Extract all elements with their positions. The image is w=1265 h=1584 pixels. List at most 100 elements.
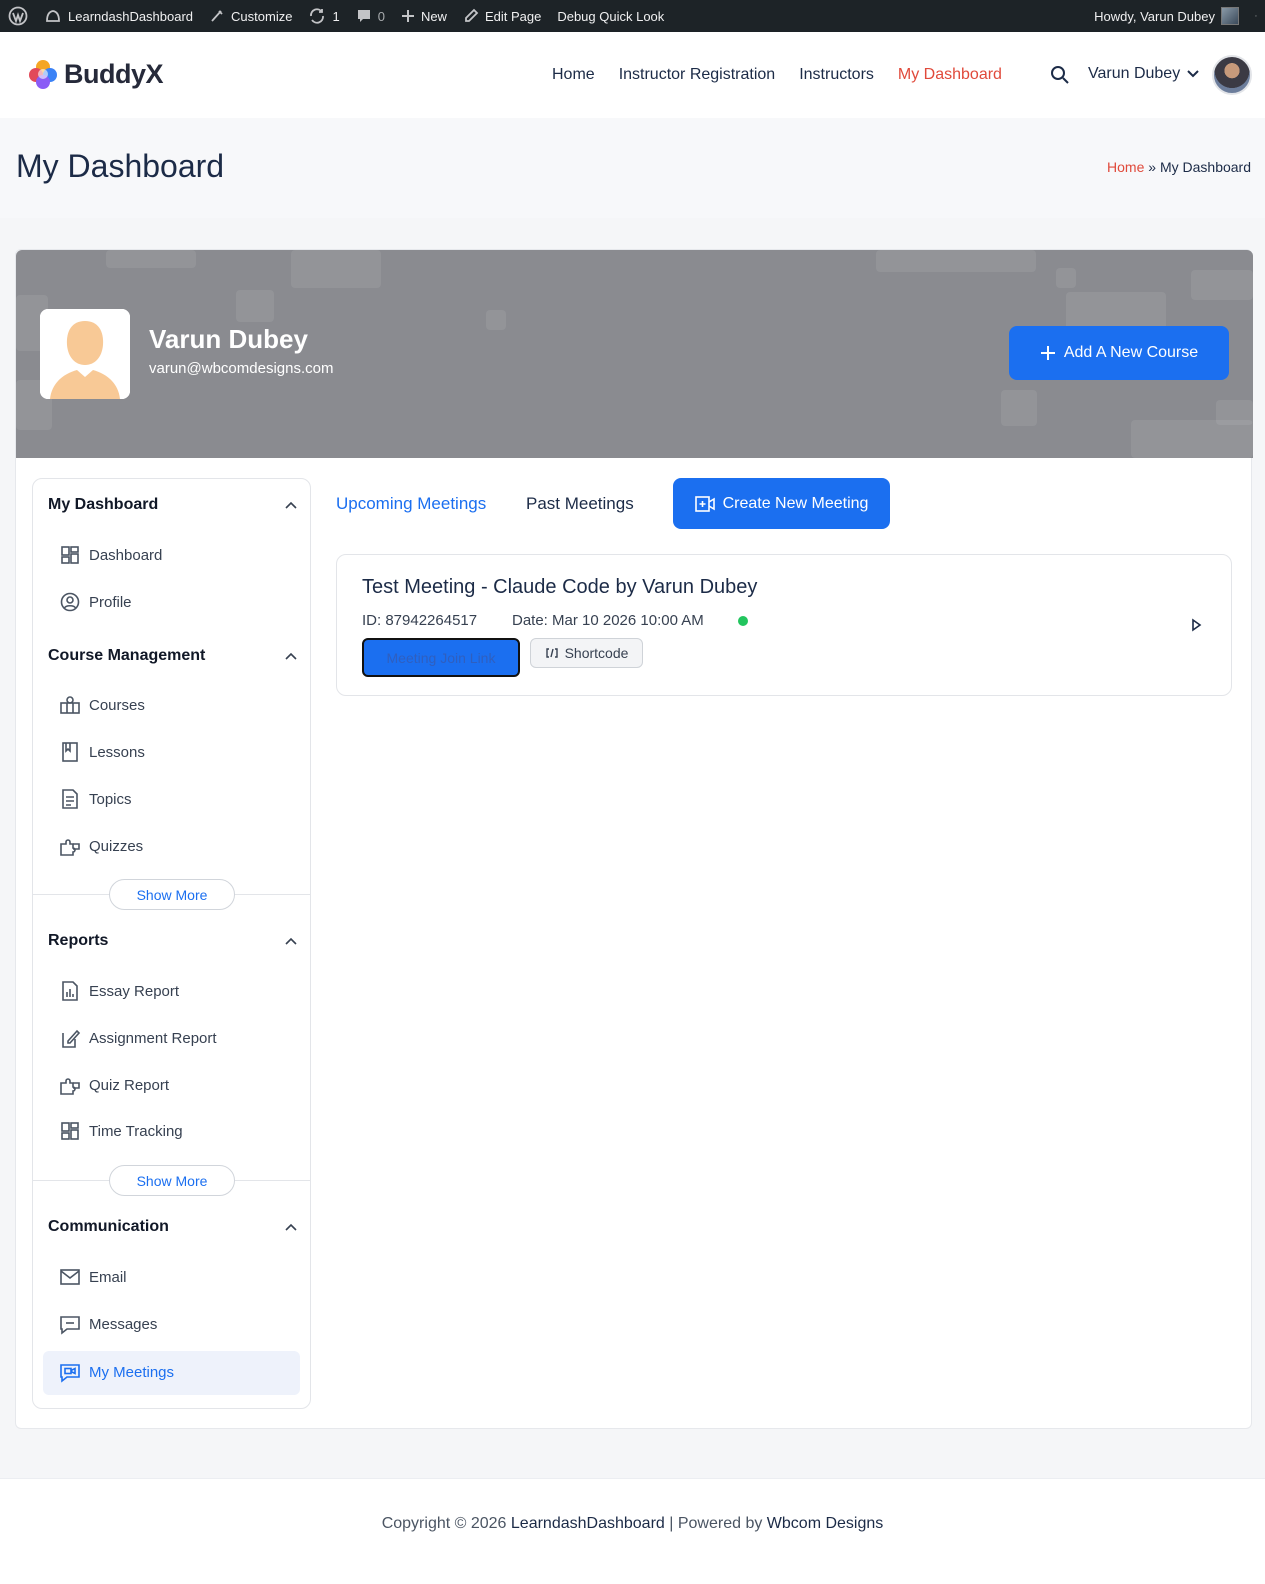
profile-name: Varun Dubey [149,324,308,354]
meeting-join-link-button[interactable]: Meeting Join Link [362,638,520,677]
topics-icon [62,789,78,809]
plus-icon [1040,346,1055,360]
shortcode-label: Shortcode [564,645,629,661]
section-title: Communication [48,1218,169,1235]
section-reports[interactable]: Reports [48,932,298,950]
buddyx-logo-icon [29,60,57,89]
admin-search-icon[interactable] [1247,0,1265,32]
sidebar-item-my-meetings[interactable]: My Meetings [59,1361,174,1383]
show-more-button[interactable]: Show More [109,1165,235,1196]
sidebar-item-label: Dashboard [89,546,163,564]
site-logo[interactable]: BuddyX [26,57,164,91]
nav-instructors[interactable]: Instructors [799,66,874,84]
admin-account-link[interactable]: Howdy, Varun Dubey [1086,0,1247,32]
add-course-button[interactable]: Add A New Course [1009,326,1229,380]
footer-copyright: Copyright © 2026 LearndashDashboard | Po… [0,1515,1265,1533]
lessons-icon [62,742,78,762]
chevron-down-icon [1187,70,1199,78]
footer-powered-link[interactable]: Wbcom Designs [767,1515,883,1532]
admin-bar: LearndashDashboard Customize 1 0 New Edi… [0,0,1265,32]
admin-edit-page-link[interactable]: Edit Page [455,0,549,32]
page-title-bar: My Dashboard Home » My Dashboard [0,118,1265,218]
admin-site-name: LearndashDashboard [68,8,194,24]
footer-prefix: Copyright © 2026 [381,1515,507,1532]
dashboard-card: Varun Dubey varun@wbcomdesigns.com Add A… [15,249,1253,1429]
wordpress-logo-icon[interactable] [0,0,36,32]
page-title: My Dashboard [16,148,225,184]
sidebar-item-label: Courses [89,696,145,714]
footer-site-link[interactable]: LearndashDashboard [511,1515,665,1532]
sidebar-item-lessons[interactable]: Lessons [59,741,145,763]
sidebar-item-topics[interactable]: Topics [59,788,132,810]
footer-middle: | Powered by [669,1515,763,1532]
sidebar-item-assignment-report[interactable]: Assignment Report [59,1027,217,1049]
breadcrumb-current: My Dashboard [1159,159,1251,175]
profile-avatar [40,309,130,399]
site-header: BuddyX Home Instructor Registration Inst… [0,32,1265,118]
admin-updates-link[interactable]: 1 [300,0,347,32]
create-meeting-label: Create New Meeting [722,494,869,512]
nav-instructor-registration[interactable]: Instructor Registration [619,66,776,84]
tab-upcoming-meetings[interactable]: Upcoming Meetings [336,494,486,514]
sidebar-item-time-tracking[interactable]: Time Tracking [59,1120,183,1142]
messages-icon [60,1316,80,1335]
code-icon [545,648,558,658]
video-add-icon [694,495,715,512]
nav-home[interactable]: Home [552,66,595,84]
admin-new-link[interactable]: New [393,0,455,32]
sidebar-item-profile[interactable]: Profile [59,591,132,613]
admin-customize-link[interactable]: Customize [201,0,300,32]
nav-my-dashboard[interactable]: My Dashboard [898,66,1002,84]
assignment-report-icon [62,1029,81,1048]
site-footer: Copyright © 2026 LearndashDashboard | Po… [0,1478,1265,1584]
sidebar-item-email[interactable]: Email [59,1266,127,1288]
add-course-label: Add A New Course [1063,344,1199,361]
user-placeholder-icon [40,309,130,399]
tab-past-meetings[interactable]: Past Meetings [526,494,634,514]
sidebar-item-dashboard[interactable]: Dashboard [59,544,162,566]
quiz-report-icon [60,1078,80,1095]
admin-updates-count: 1 [332,8,340,24]
play-icon[interactable] [1190,618,1202,637]
admin-howdy: Howdy, Varun Dubey [1094,8,1215,24]
breadcrumb-home[interactable]: Home [1107,159,1144,175]
admin-edit-page-label: Edit Page [484,8,542,24]
sidebar-item-courses[interactable]: Courses [59,694,145,716]
main-nav: Home Instructor Registration Instructors… [552,32,1002,118]
admin-customize-label: Customize [231,8,293,24]
section-communication[interactable]: Communication [48,1218,298,1236]
admin-debug-label: Debug Quick Look [557,8,665,24]
sidebar-item-label: Profile [89,593,132,611]
breadcrumb: Home » My Dashboard [1107,159,1251,175]
show-more-button[interactable]: Show More [109,879,235,910]
sidebar-item-essay-report[interactable]: Essay Report [59,980,179,1002]
shortcode-button[interactable]: Shortcode [530,638,643,668]
admin-comments-count: 0 [377,8,385,24]
admin-site-link[interactable]: LearndashDashboard [36,0,201,32]
dashboard-icon [61,546,79,564]
admin-comments-link[interactable]: 0 [348,0,393,32]
quizzes-icon [60,839,80,856]
sidebar-item-label: Email [89,1268,127,1286]
sidebar-item-messages[interactable]: Messages [59,1313,157,1335]
create-meeting-button[interactable]: Create New Meeting [673,478,890,529]
email-icon [60,1269,80,1285]
admin-debug-link[interactable]: Debug Quick Look [549,0,672,32]
header-avatar[interactable] [1212,55,1252,95]
sidebar-item-label: Topics [89,790,132,808]
meeting-status-dot [738,616,748,626]
essay-report-icon [62,981,78,1001]
logo-text: BuddyX [64,58,164,89]
search-icon[interactable] [1050,65,1070,90]
section-course-management[interactable]: Course Management [48,647,298,665]
user-menu[interactable]: Varun Dubey [1088,65,1200,83]
sidebar-item-label: Messages [89,1315,158,1333]
chevron-up-icon [285,652,297,660]
sidebar-item-quizzes[interactable]: Quizzes [59,835,143,857]
section-my-dashboard[interactable]: My Dashboard [48,496,298,514]
sidebar-item-label: Time Tracking [89,1122,183,1140]
meeting-card: Test Meeting - Claude Code by Varun Dube… [336,554,1232,696]
sidebar-item-quiz-report[interactable]: Quiz Report [59,1074,169,1096]
sidebar-item-label: Lessons [89,743,145,761]
dashboard-sidebar: My Dashboard Dashboard Profile Course Ma… [32,478,311,1409]
